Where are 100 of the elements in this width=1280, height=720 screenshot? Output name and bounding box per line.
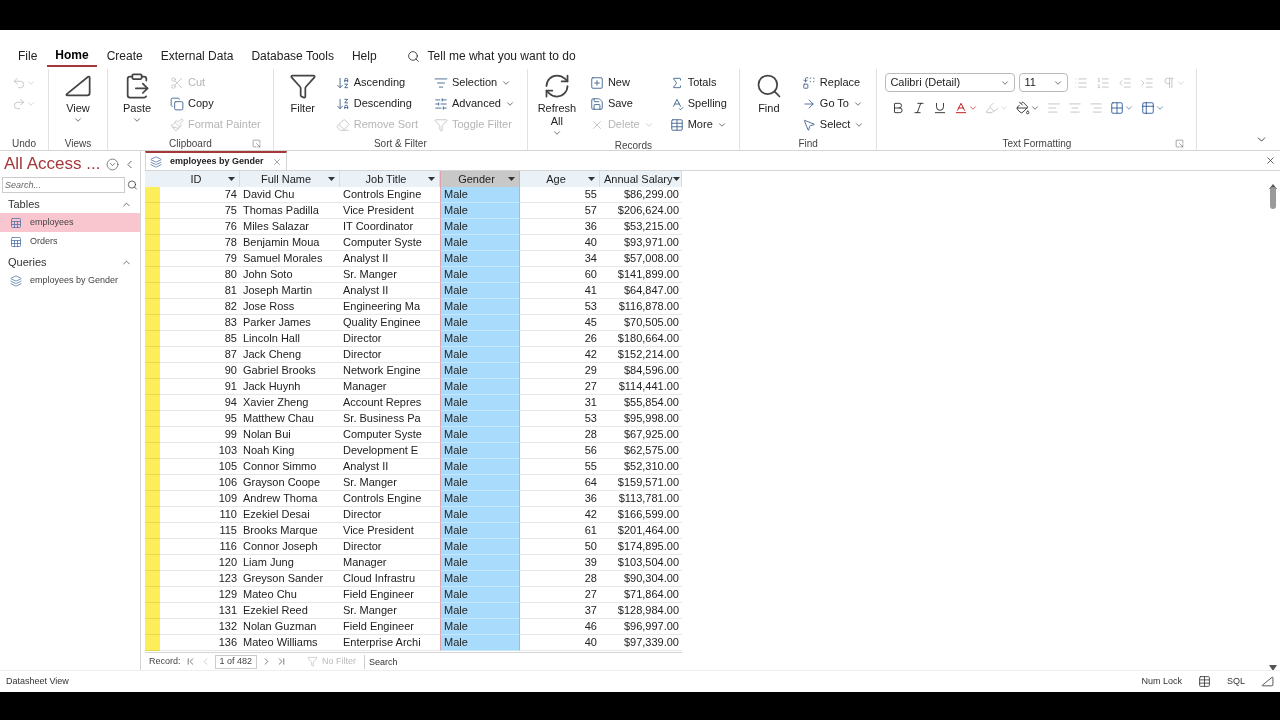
scrollbar[interactable]	[1268, 183, 1278, 673]
nav-item[interactable]: Orders	[0, 232, 140, 251]
dropdown-circle-icon	[106, 157, 119, 171]
row-selector[interactable]	[145, 571, 160, 587]
ribbon-button[interactable]: Totals	[665, 72, 731, 93]
font-size-dropdown[interactable]: 11	[1019, 73, 1069, 92]
table-cell: 64	[520, 475, 600, 491]
column-header[interactable]: Full Name	[240, 171, 340, 187]
column-header[interactable]: ID	[160, 171, 240, 187]
table-cell: 120	[160, 555, 240, 571]
ribbon-button[interactable]: Descending	[331, 93, 422, 114]
table-cell: 75	[160, 203, 240, 219]
table-cell: Male	[440, 491, 520, 507]
table-cell: 116	[160, 539, 240, 555]
row-selector[interactable]	[145, 203, 160, 219]
table-cell: $90,304.00	[600, 571, 682, 587]
ribbon-button[interactable]: Select	[797, 114, 869, 135]
table-cell: $159,571.00	[600, 475, 682, 491]
ribbon-large-button[interactable]: Find	[747, 72, 790, 135]
ribbon-button[interactable]: Advanced	[429, 93, 519, 114]
row-selector[interactable]	[145, 539, 160, 555]
table-cell: 61	[520, 523, 600, 539]
ribbon-button[interactable]: Spelling	[665, 93, 731, 114]
ribbon-button[interactable]: Ascending	[331, 72, 422, 93]
tell-me-field[interactable]: Tell me what you want to do	[406, 45, 576, 67]
ribbon-button[interactable]: More	[665, 114, 731, 135]
ribbon-tab[interactable]: File	[10, 45, 46, 67]
ribbon-tab[interactable]: Create	[98, 45, 151, 67]
table-cell: 82	[160, 299, 240, 315]
ribbon-large-button[interactable]: Filter	[281, 72, 324, 135]
table-cell: Male	[440, 603, 520, 619]
table-cell: 46	[520, 619, 600, 635]
row-selector[interactable]	[145, 635, 160, 651]
table-cell: 60	[520, 267, 600, 283]
ribbon-tab[interactable]: External Data	[152, 45, 242, 67]
ribbon-tab[interactable]: Home	[47, 45, 97, 67]
row-selector[interactable]	[145, 379, 160, 395]
row-selector[interactable]	[145, 475, 160, 491]
row-selector[interactable]	[145, 603, 160, 619]
row-selector[interactable]	[145, 283, 160, 299]
column-header[interactable]: Gender	[440, 171, 520, 187]
table-cell: Brooks Marque	[240, 523, 340, 539]
row-selector[interactable]	[145, 219, 160, 235]
nav-item[interactable]: employees	[0, 213, 140, 232]
nav-item[interactable]: employees by Gender	[0, 271, 140, 290]
table-cell: $70,505.00	[600, 315, 682, 331]
group-label: Views	[64, 136, 92, 151]
search-icon	[127, 179, 138, 191]
nav-section-header[interactable]: Queries	[0, 253, 140, 271]
ribbon-tab[interactable]: Help	[343, 45, 385, 67]
table-cell: Andrew Thoma	[240, 491, 340, 507]
gridlines-icon	[1110, 100, 1125, 115]
sliders-icon	[433, 96, 448, 111]
ribbon-tab[interactable]: Database Tools	[243, 45, 342, 67]
row-selector[interactable]	[145, 555, 160, 571]
ribbon-large-button[interactable]: Paste	[116, 72, 158, 135]
sql-view-button[interactable]: SQL	[1227, 674, 1245, 689]
row-selector[interactable]	[145, 443, 160, 459]
nav-section-header[interactable]: Tables	[0, 195, 140, 213]
nav-search-field[interactable]: Search...	[2, 177, 126, 193]
ribbon-large-button[interactable]: Refresh All	[535, 72, 578, 138]
row-selector[interactable]	[145, 251, 160, 267]
ribbon-button[interactable]: Replace	[797, 72, 869, 93]
row-selector[interactable]	[145, 411, 160, 427]
column-header[interactable]: Age	[520, 171, 600, 187]
ribbon-button[interactable]: New	[585, 72, 658, 93]
row-selector[interactable]	[145, 507, 160, 523]
table-cell: Male	[440, 555, 520, 571]
row-selector[interactable]	[145, 187, 160, 203]
row-selector[interactable]	[145, 315, 160, 331]
redo-icon	[12, 96, 26, 111]
ribbon-button[interactable]: Save	[585, 93, 658, 114]
record-position-field[interactable]: 1 of 482	[214, 654, 258, 669]
column-header[interactable]: Annual Salary	[600, 171, 682, 187]
row-selector[interactable]	[145, 587, 160, 603]
ribbon-button[interactable]: Selection	[429, 72, 519, 93]
caret-icon	[428, 177, 435, 181]
row-selector[interactable]	[145, 347, 160, 363]
row-selector[interactable]	[145, 267, 160, 283]
table-cell: Male	[440, 427, 520, 443]
table-cell: 31	[520, 395, 600, 411]
row-selector[interactable]	[145, 299, 160, 315]
ribbon-button[interactable]: Go To	[797, 93, 869, 114]
row-selector[interactable]	[145, 523, 160, 539]
ribbon-button[interactable]: Copy	[166, 93, 265, 114]
row-selector[interactable]	[145, 235, 160, 251]
row-selector[interactable]	[145, 491, 160, 507]
record-search-field[interactable]: Search	[364, 654, 425, 669]
table-cell: 42	[520, 507, 600, 523]
row-selector[interactable]	[145, 331, 160, 347]
row-selector[interactable]	[145, 427, 160, 443]
table-cell: 39	[520, 555, 600, 571]
font-dropdown[interactable]: Calibri (Detail)	[885, 73, 1016, 92]
row-selector[interactable]	[145, 363, 160, 379]
ribbon-large-button[interactable]: View	[57, 72, 99, 125]
table-cell: Joseph Martin	[240, 283, 340, 299]
row-selector[interactable]	[145, 619, 160, 635]
row-selector[interactable]	[145, 459, 160, 475]
row-selector[interactable]	[145, 395, 160, 411]
table-cell: Male	[440, 459, 520, 475]
